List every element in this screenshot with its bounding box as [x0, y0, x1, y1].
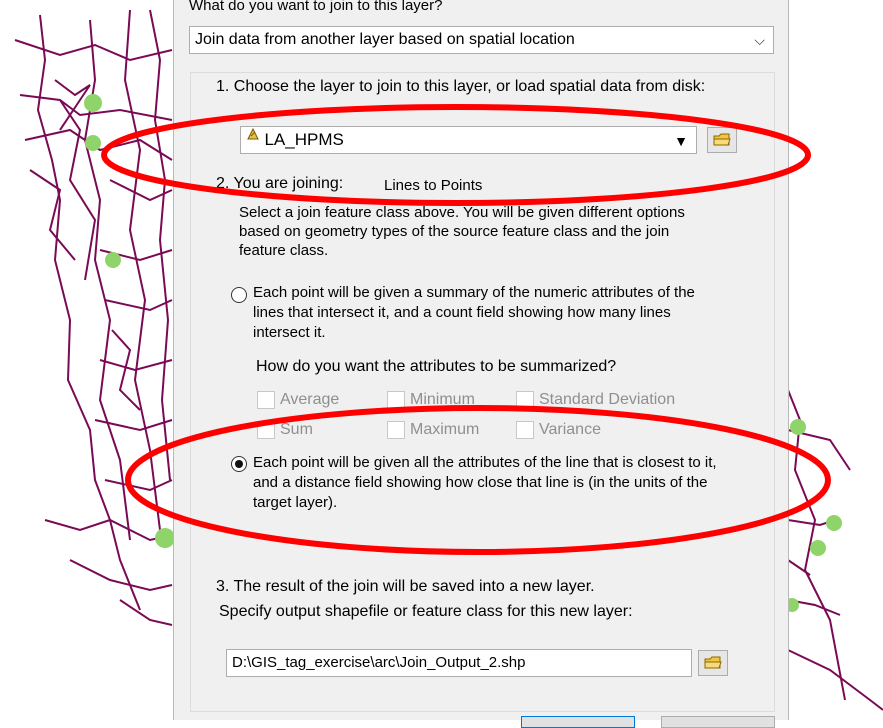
- summary-option-label: Each point will be given a summary of th…: [253, 284, 695, 341]
- output-path-value: D:\GIS_tag_exercise\arc\Join_Output_2.sh…: [232, 654, 526, 671]
- summarize-question: How do you want the attributes to be sum…: [256, 358, 617, 375]
- average-checkbox[interactable]: [257, 391, 275, 409]
- variance-label: Variance: [539, 421, 601, 438]
- ok-button[interactable]: [521, 716, 635, 728]
- dropdown-arrow-icon[interactable]: ▼: [674, 128, 688, 154]
- step2-description: Select a join feature class above. You w…: [239, 204, 685, 259]
- sum-checkbox[interactable]: [257, 421, 275, 439]
- closest-line-option-label: Each point will be given all the attribu…: [253, 454, 717, 511]
- step3-description: Specify output shapefile or feature clas…: [219, 603, 633, 620]
- summary-option-radio[interactable]: [231, 287, 247, 303]
- join-type-value: Join data from another layer based on sp…: [195, 31, 575, 48]
- maximum-checkbox[interactable]: [387, 421, 405, 439]
- cancel-button[interactable]: [661, 716, 775, 728]
- sum-label: Sum: [280, 421, 313, 438]
- layer-value: LA_HPMS: [264, 130, 344, 149]
- step2-label: 2. You are joining:: [216, 175, 344, 192]
- folder-icon: [713, 133, 731, 146]
- open-folder-button[interactable]: [707, 127, 737, 153]
- minimum-checkbox[interactable]: [387, 391, 405, 409]
- step3-label: 3. The result of the join will be saved …: [216, 578, 595, 595]
- layer-select[interactable]: LA_HPMS ▼: [240, 126, 697, 154]
- output-path-input[interactable]: D:\GIS_tag_exercise\arc\Join_Output_2.sh…: [226, 649, 692, 677]
- layer-icon: [246, 124, 260, 140]
- spatial-join-dialog: What do you want to join to this layer? …: [173, 0, 789, 728]
- chevron-down-icon[interactable]: ⌵: [754, 27, 765, 53]
- join-question-label: What do you want to join to this layer?: [189, 0, 443, 14]
- maximum-label: Maximum: [410, 421, 480, 438]
- standard-deviation-label: Standard Deviation: [539, 391, 676, 408]
- average-label: Average: [280, 391, 340, 408]
- minimum-label: Minimum: [410, 391, 475, 408]
- variance-checkbox[interactable]: [516, 421, 534, 439]
- folder-icon: [704, 656, 722, 669]
- join-type-dropdown[interactable]: Join data from another layer based on sp…: [189, 26, 774, 54]
- step1-label: 1. Choose the layer to join to this laye…: [216, 78, 706, 95]
- browse-output-button[interactable]: [698, 650, 728, 676]
- closest-line-option-radio[interactable]: [231, 456, 247, 472]
- join-geometry-value: Lines to Points: [384, 177, 483, 194]
- standard-deviation-checkbox[interactable]: [516, 391, 534, 409]
